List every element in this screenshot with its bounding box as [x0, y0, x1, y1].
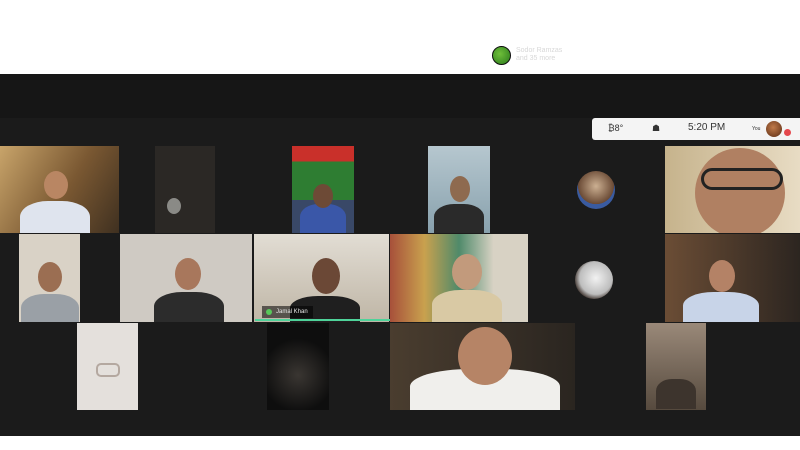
video-tile[interactable]: [155, 146, 215, 233]
self-label: You: [752, 126, 761, 132]
light-icon: [96, 363, 120, 377]
video-tile[interactable]: [665, 234, 800, 322]
notification-dot: [784, 129, 791, 136]
grid-icon[interactable]: ☗: [652, 123, 660, 134]
active-speaker-indicator: [255, 319, 390, 321]
video-tile[interactable]: [267, 323, 329, 410]
clock-time: 5:20 PM: [688, 122, 726, 133]
participants-chip-count: and 35 more: [516, 55, 556, 62]
video-tile[interactable]: [390, 234, 528, 322]
participants-chip[interactable]: Sodor Ramzas and 35 more: [492, 44, 562, 66]
top-bar: [0, 74, 800, 118]
video-tile[interactable]: [120, 234, 252, 322]
self-avatar[interactable]: [766, 121, 782, 137]
video-tile[interactable]: [77, 323, 138, 410]
participant-avatar: [492, 45, 511, 65]
video-tile[interactable]: [292, 146, 354, 233]
meeting-window: Sodor Ramzas and 35 more ₿8° ☗ 5:20 PM Y…: [0, 45, 800, 436]
participants-chip-name: Sodor Ramzas: [516, 47, 563, 54]
status-item-a: ₿8°: [608, 123, 624, 133]
glasses-icon: [701, 168, 783, 190]
video-tile[interactable]: [19, 234, 80, 322]
participant-avatar[interactable]: [577, 171, 615, 209]
video-tile[interactable]: [428, 146, 490, 233]
video-tile[interactable]: [0, 146, 119, 233]
video-tile[interactable]: [646, 323, 706, 410]
video-tile[interactable]: [390, 323, 575, 410]
status-bar: ₿8° ☗ 5:20 PM You: [592, 118, 800, 140]
video-tile[interactable]: [665, 146, 800, 233]
participant-avatar[interactable]: [575, 261, 613, 299]
speaker-name-tag: Jamal Khan: [262, 306, 313, 318]
